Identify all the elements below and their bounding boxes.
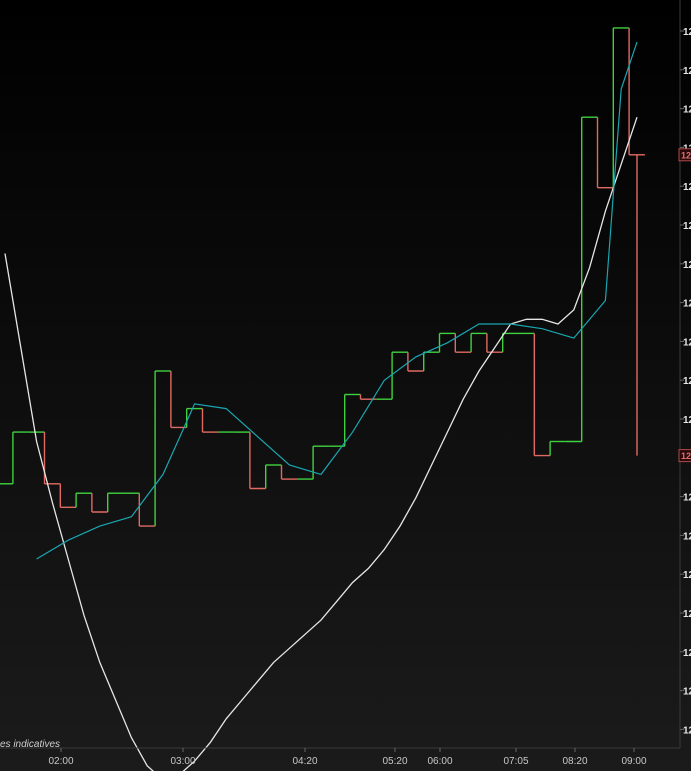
x-tick-label: 08:20 xyxy=(562,756,587,767)
y-tick-label: 12 xyxy=(683,531,691,542)
last-price-tag-label: 12 xyxy=(681,150,691,160)
y-tick-label: 12 xyxy=(683,725,691,736)
x-tick-label: 05:20 xyxy=(382,756,407,767)
y-tick-label: 12 xyxy=(683,299,691,310)
y-tick-label: 12 xyxy=(683,27,691,38)
chart-marks xyxy=(0,27,645,771)
y-tick-label: 12 xyxy=(683,687,691,698)
x-tick-label: 04:20 xyxy=(292,756,317,767)
y-tick-label: 12 xyxy=(683,182,691,193)
y-tick-label: 12 xyxy=(683,337,691,348)
y-tick-label: 12 xyxy=(683,570,691,581)
ma-slow-line xyxy=(4,116,638,771)
y-tick-label: 12 xyxy=(683,648,691,659)
y-tick-label: 12 xyxy=(683,376,691,387)
x-tick-label: 07:05 xyxy=(503,756,528,767)
ma-fast-line xyxy=(36,41,638,560)
y-tick-label: 12 xyxy=(683,260,691,271)
axes: 02:00 03:00 04:20 05:20 06:00 07:05 08:20 09:00… xyxy=(0,0,691,767)
y-tick-label: 12 xyxy=(683,221,691,232)
x-tick-label: 03:00 xyxy=(170,756,195,767)
y-tick-label: 12 xyxy=(683,66,691,77)
x-tick-label: 02:00 xyxy=(48,756,73,767)
x-tick-label: 09:00 xyxy=(621,756,646,767)
chart-panel[interactable]: 02:00 03:00 04:20 05:20 06:00 07:05 08:20 09:00… xyxy=(0,0,691,771)
x-tick-label: 06:00 xyxy=(427,756,452,767)
y-tick-label: 12 xyxy=(683,493,691,504)
indicative-prices-note: es indicatives xyxy=(0,739,61,750)
y-tick-label: 12 xyxy=(683,609,691,620)
y-tick-label: 12 xyxy=(683,105,691,116)
last-price-tag-label: 12 xyxy=(681,451,691,461)
y-tick-label: 12 xyxy=(683,415,691,426)
price-chart[interactable]: 02:00 03:00 04:20 05:20 06:00 07:05 08:20 09:00… xyxy=(0,0,691,771)
